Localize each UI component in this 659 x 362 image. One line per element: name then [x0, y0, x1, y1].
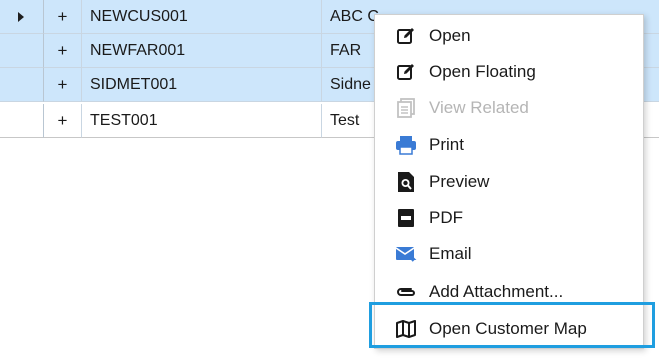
menu-item-label: Email [429, 244, 472, 263]
related-documents-icon [395, 97, 417, 119]
row-indicator[interactable] [0, 34, 44, 68]
highlight-outline [369, 302, 655, 348]
expand-button[interactable]: + [44, 104, 82, 138]
customer-code-cell[interactable]: NEWCUS001 [82, 0, 322, 34]
email-icon [395, 243, 417, 265]
row-indicator[interactable] [0, 68, 44, 102]
pdf-icon [395, 207, 417, 229]
menu-item-print[interactable]: Print [375, 128, 643, 162]
context-menu: Open Open Floating View Related Print Pr… [374, 14, 644, 349]
preview-icon [395, 171, 417, 193]
edit-icon [395, 25, 417, 47]
menu-item-open-floating[interactable]: Open Floating [375, 55, 643, 89]
expand-button[interactable]: + [44, 34, 82, 68]
menu-item-email[interactable]: Email [375, 237, 643, 271]
menu-item-pdf[interactable]: PDF [375, 201, 643, 235]
menu-item-open[interactable]: Open [375, 19, 643, 53]
menu-item-label: Add Attachment... [429, 282, 564, 301]
menu-item-view-related[interactable]: View Related [375, 91, 643, 125]
row-indicator[interactable] [0, 104, 44, 138]
edit-icon [395, 61, 417, 83]
menu-item-label: Open [429, 26, 471, 45]
row-indicator[interactable] [0, 0, 44, 34]
menu-item-label: Preview [429, 172, 490, 191]
menu-item-preview[interactable]: Preview [375, 165, 643, 199]
menu-item-label: Open Floating [429, 62, 536, 81]
printer-icon [395, 134, 417, 156]
menu-item-label: View Related [429, 98, 529, 117]
current-row-arrow-icon [17, 11, 24, 22]
expand-button[interactable]: + [44, 68, 82, 102]
menu-item-label: Print [429, 135, 464, 154]
customer-code-cell[interactable]: SIDMET001 [82, 68, 322, 102]
expand-button[interactable]: + [44, 0, 82, 34]
customer-code-cell[interactable]: NEWFAR001 [82, 34, 322, 68]
customer-code-cell[interactable]: TEST001 [82, 104, 322, 138]
paperclip-icon [395, 281, 417, 303]
menu-item-label: PDF [429, 208, 463, 227]
